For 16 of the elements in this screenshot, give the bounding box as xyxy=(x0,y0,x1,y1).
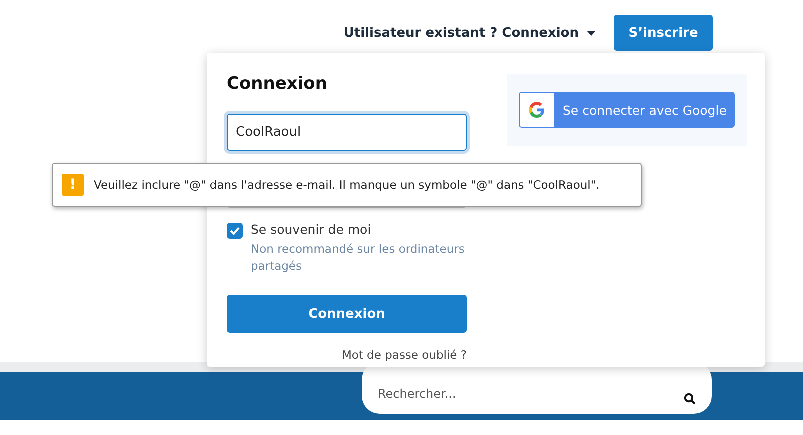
username-field[interactable]: CoolRaoul xyxy=(227,114,467,151)
login-dropdown-link[interactable]: Utilisateur existant ? Connexion xyxy=(344,15,596,51)
remember-hint: Non recommandé sur les ordinateurs partagés xyxy=(251,241,466,275)
forgot-password-link[interactable]: Mot de passe oublié ? xyxy=(342,348,467,362)
remember-label: Se souvenir de moi xyxy=(251,222,372,237)
login-button[interactable]: Connexion xyxy=(227,295,467,333)
signup-button[interactable]: S’inscrire xyxy=(614,15,713,51)
remember-checkbox[interactable] xyxy=(227,223,243,239)
google-g-icon xyxy=(529,102,545,118)
search-icon xyxy=(684,393,696,405)
panel-title: Connexion xyxy=(227,74,328,94)
warning-icon: ! xyxy=(62,174,84,196)
caret-icon xyxy=(587,30,596,36)
google-login-button[interactable]: Se connecter avec Google xyxy=(519,92,735,128)
check-icon xyxy=(230,227,240,235)
validation-message: Veuillez inclure "@" dans l'adresse e-mail. Il manque un symbole "@" dans "CoolRaoul". xyxy=(94,178,600,192)
